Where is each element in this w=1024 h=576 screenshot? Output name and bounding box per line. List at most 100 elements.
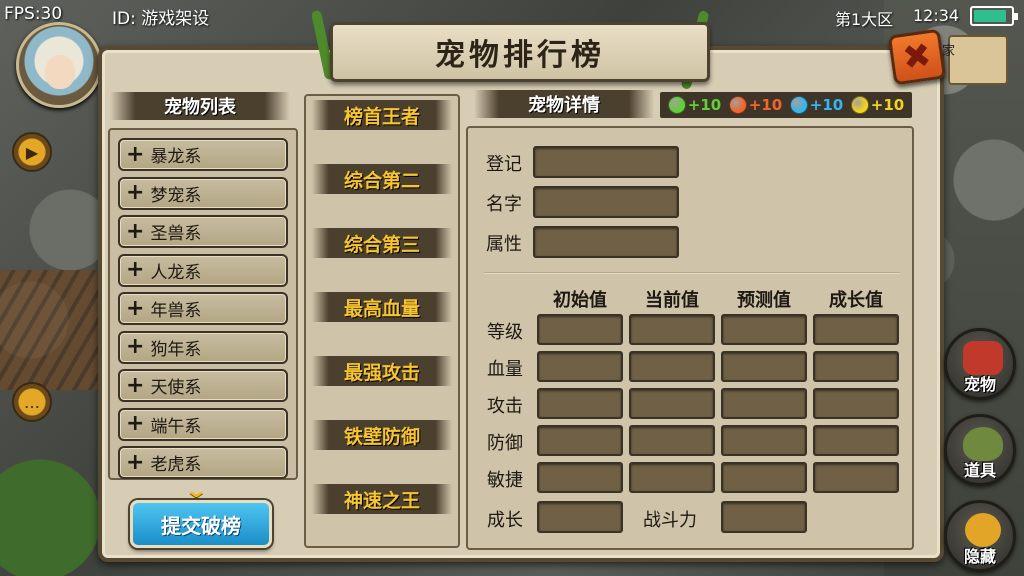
stat-value-slot [629,314,715,345]
detail-divider [484,272,900,274]
stat-row-label: 血量 [487,359,523,380]
stat-column-header: 初始值 [553,290,607,311]
close-x-icon: ✖ [900,35,934,79]
yellow-gem-icon [850,96,869,114]
chevron-down-icon[interactable]: ⌄ [184,478,209,502]
pet-list-item[interactable]: + 年兽系 [118,292,288,325]
stat-column-header: 成长值 [829,290,883,311]
fps-counter: FPS:30 [4,4,63,24]
item-bag-icon [963,427,1003,461]
plus-icon: + [126,257,145,282]
stat-row-label: 等级 [487,322,523,343]
ranking-category-label: 最强攻击 [343,361,420,384]
pet-list-item[interactable]: + 老虎系 [118,446,288,479]
pet-list-item-label: 人龙系 [150,262,202,283]
pet-list-item[interactable]: + 人龙系 [118,253,288,287]
ranking-category-item[interactable]: 最强攻击 [312,356,452,386]
ranking-category-item[interactable]: 综合第三 [312,228,452,258]
attribute-bonus: +10 [850,96,905,114]
stat-value-slot [813,351,899,382]
pet-list-item-label: 梦宠系 [150,185,202,206]
stat-value-slot [721,462,807,493]
pet-list-item-label: 天使系 [150,378,202,398]
pet-list-item-label: 端午系 [150,416,202,437]
ranking-category-item[interactable]: 铁壁防御 [312,420,452,450]
pet-list-item[interactable]: + 圣兽系 [118,215,288,248]
plus-icon: + [126,141,145,167]
ranking-category-label: 榜首王者 [343,105,420,128]
pet-list-item[interactable]: + 天使系 [118,369,288,402]
ranking-category-item[interactable]: 最高血量 [312,292,452,322]
title-plate: 宠物排行榜 [330,22,710,82]
hide-menu-label: 隐藏 [963,547,996,566]
ranking-category-item[interactable]: 榜首王者 [312,100,452,130]
attribute-bonus: +10 [789,96,844,114]
avatar-face [45,55,75,89]
stat-value-slot [721,388,807,419]
server-label: 第1大区 [835,10,894,29]
chat-bubble-icon[interactable]: … [12,382,52,422]
stat-value-slot [537,462,623,493]
ranking-category-label: 神速之王 [343,489,420,512]
growth-value-slot [537,501,623,533]
attribute-bonus-value: +10 [809,96,844,114]
swap-arrows-icon [965,513,1001,547]
map-scroll-label: 家 [942,44,956,59]
ranking-category-label: 综合第二 [343,169,420,192]
plus-icon: + [126,180,145,205]
pet-list-item[interactable]: + 端午系 [118,407,288,441]
play-arrow-icon[interactable]: ▶ [12,132,52,172]
player-avatar[interactable] [16,22,102,108]
stat-value-slot [537,351,623,382]
close-button[interactable]: ✖ [887,28,947,86]
combat-power-label: 战斗力 [643,510,697,531]
attribute-bonus-bar: +10 +10 +10 +10 [658,90,914,120]
stat-value-slot [537,314,623,345]
hide-menu-button[interactable]: 隐藏 [944,500,1016,572]
name-value-slot [533,186,679,218]
battery-icon [970,6,1018,26]
plus-icon: + [126,372,145,398]
stat-value-slot [537,388,623,419]
ranking-category-label: 铁壁防御 [343,425,420,448]
blue-gem-icon [789,96,808,114]
items-menu-button[interactable]: 道具 [944,414,1016,486]
attribute-bonus: +10 [667,96,722,114]
pet-menu-button[interactable]: 宠物 [944,328,1016,400]
ranking-category-label: 最高血量 [343,297,420,320]
attribute-bonus: +10 [728,96,783,114]
pet-list-item[interactable]: + 狗年系 [118,330,288,364]
stat-row-label: 防御 [487,433,523,454]
stat-value-slot [629,351,715,382]
stat-value-slot [537,425,623,456]
plus-icon: + [126,449,145,475]
stat-value-slot [813,425,899,456]
submit-ranking-button[interactable]: 提交破榜 [130,500,272,548]
pet-list-item-label: 狗年系 [150,339,202,360]
stat-column-header: 当前值 [645,290,699,311]
attribute-bonus-value: +10 [748,96,783,114]
pet-detail-header: 宠物详情 [474,90,654,118]
attribute-bonus-value: +10 [870,96,905,114]
stat-value-slot [629,425,715,456]
stat-value-slot [629,388,715,419]
attribute-value-slot [533,226,679,258]
pet-list-item[interactable]: + 暴龙系 [118,138,288,171]
map-scroll-icon[interactable] [948,35,1008,85]
stat-column-header: 预测值 [737,290,791,311]
pet-list-item[interactable]: + 梦宠系 [118,176,288,210]
wooden-deck [0,270,110,390]
pet-menu-label: 宠物 [963,375,996,394]
stat-value-slot [813,388,899,419]
attribute-label: 属性 [486,234,522,255]
attribute-bonus-value: +10 [687,96,722,114]
register-value-slot [533,146,679,178]
stat-value-slot [721,351,807,382]
ranking-category-item[interactable]: 神速之王 [312,484,452,514]
red-dragon-icon [963,341,1003,375]
stat-value-slot [813,314,899,345]
plus-icon: + [126,411,145,436]
stat-row-label: 敏捷 [487,470,523,491]
ranking-category-item[interactable]: 综合第二 [312,164,452,194]
clock-label: 12:34 [913,6,960,25]
